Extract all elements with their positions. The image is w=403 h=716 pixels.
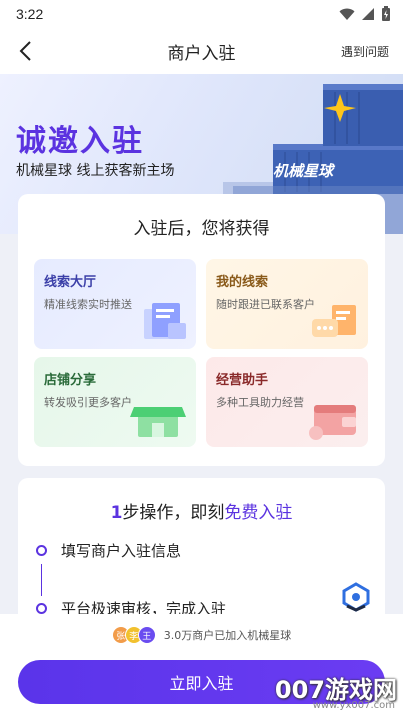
signal-icon [362, 8, 374, 20]
banner-title: 诚邀入驻 [16, 124, 144, 159]
container-label: 机械星球 [272, 162, 333, 180]
benefits-card: 入驻后，您将获得 线索大厅 精准线索实时推送 我的线索 随时跟进已联系客户 店铺… [18, 194, 385, 466]
status-icons [339, 6, 391, 22]
joined-info: 张 李 王 3.0万商户已加入机械星球 [0, 626, 403, 644]
benefit-tile-leads-hall[interactable]: 线索大厅 精准线索实时推送 [34, 259, 196, 349]
benefit-tile-shop-share[interactable]: 店铺分享 转发吸引更多客户 [34, 357, 196, 447]
step-connector [41, 564, 42, 596]
tile-title: 店铺分享 [44, 373, 97, 388]
avatar-group: 张 李 王 [111, 626, 156, 644]
step-item: 填写商户入驻信息 [36, 540, 181, 561]
storefront-icon [130, 407, 186, 437]
step-dot-icon [36, 603, 47, 614]
wifi-icon [339, 8, 355, 20]
steps-title: 1步操作，即刻免费入驻 [18, 478, 385, 523]
watermark-url: www.yx007.com [312, 700, 395, 711]
tile-title: 我的线索 [216, 275, 269, 290]
document-cards-icon [144, 303, 186, 339]
benefit-tile-my-leads[interactable]: 我的线索 随时跟进已联系客户 [206, 259, 368, 349]
joined-count-text: 3.0万商户已加入机械星球 [163, 629, 292, 642]
message-card-icon [312, 305, 356, 337]
nav-bar: 商户入驻 遇到问题 [0, 28, 403, 74]
bottom-bar: 张 李 王 3.0万商户已加入机械星球 立即入驻 007游戏网 www.yx00… [0, 614, 403, 716]
step-dot-icon [36, 545, 47, 556]
back-arrow-icon[interactable] [14, 39, 38, 63]
brand-logo-icon[interactable] [341, 582, 371, 612]
status-time: 3:22 [16, 6, 44, 22]
tile-title: 线索大厅 [44, 275, 97, 290]
step-label: 填写商户入驻信息 [61, 542, 182, 560]
tile-title: 经营助手 [216, 373, 269, 388]
status-bar: 3:22 [0, 0, 403, 28]
steps-title-free: 免费入驻 [224, 503, 293, 523]
benefits-title: 入驻后，您将获得 [133, 219, 270, 239]
help-link[interactable]: 遇到问题 [341, 43, 389, 60]
steps-count: 1 [110, 503, 123, 523]
avatar: 王 [137, 626, 156, 644]
wallet-icon [309, 405, 356, 440]
banner-subtitle: 机械星球 线上获客新主场 [16, 163, 175, 179]
benefit-tile-business-assistant[interactable]: 经营助手 多种工具助力经营 [206, 357, 368, 447]
steps-title-mid: 步操作，即刻 [122, 503, 225, 523]
battery-icon [382, 6, 390, 21]
